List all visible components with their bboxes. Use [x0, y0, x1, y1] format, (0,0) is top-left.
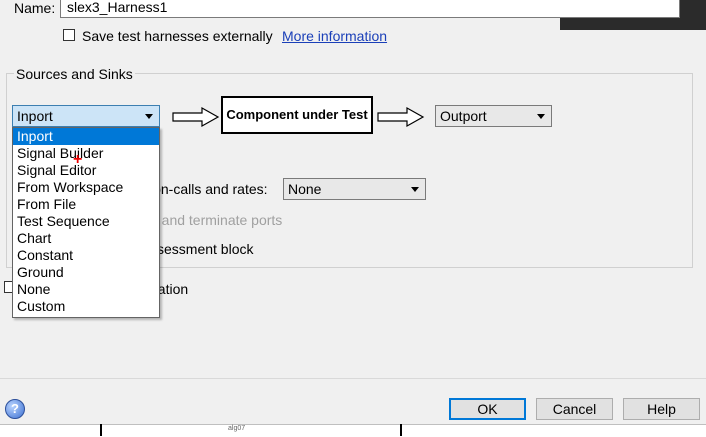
assessment-option-label: ssessment block [150, 241, 254, 257]
ok-button[interactable]: OK [449, 398, 526, 420]
help-icon[interactable]: ? [5, 399, 25, 419]
sink-dropdown[interactable]: Outport [435, 105, 552, 127]
help-button[interactable]: Help [623, 398, 700, 420]
chevron-down-icon [145, 114, 153, 119]
source-dropdown-value: Inport [17, 108, 53, 124]
dropdown-option[interactable]: None [13, 281, 159, 298]
chevron-down-icon [537, 114, 545, 119]
background-line [400, 424, 402, 436]
save-externally-label: Save test harnesses externally [82, 28, 273, 44]
source-dropdown[interactable]: Inport [12, 105, 160, 127]
chevron-down-icon [411, 187, 419, 192]
arrow-right-icon [172, 106, 220, 128]
function-calls-label: ion-calls and rates: [150, 181, 268, 197]
function-calls-dropdown[interactable]: None [283, 178, 426, 200]
more-information-link[interactable]: More information [282, 28, 387, 44]
background-canvas-strip [0, 424, 706, 437]
dropdown-option[interactable]: From Workspace [13, 179, 159, 196]
sink-dropdown-value: Outport [440, 108, 487, 124]
source-dropdown-list[interactable]: Inport Signal Builder Signal Editor From… [12, 127, 160, 318]
function-calls-value: None [288, 181, 322, 197]
component-under-test-box: Component under Test [221, 96, 373, 134]
save-externally-checkbox[interactable] [63, 29, 75, 41]
dropdown-option[interactable]: From File [13, 196, 159, 213]
background-line [100, 424, 102, 436]
dropdown-option[interactable]: Test Sequence [13, 213, 159, 230]
dropdown-option[interactable]: Constant [13, 247, 159, 264]
arrow-right-icon [377, 106, 425, 128]
cancel-button[interactable]: Cancel [536, 398, 613, 420]
ports-option-label: t, and terminate ports [150, 212, 283, 228]
background-text: alg07 [228, 425, 246, 432]
dropdown-option[interactable]: Inport [13, 128, 159, 145]
crosshair-cursor-icon: + [73, 151, 83, 168]
dropdown-option[interactable]: Signal Editor [13, 162, 159, 179]
dropdown-option[interactable]: Chart [13, 230, 159, 247]
dropdown-option[interactable]: Ground [13, 264, 159, 281]
harness-name-input[interactable]: slex3_Harness1 [60, 0, 680, 18]
dropdown-option[interactable]: Custom [13, 298, 159, 315]
sources-sinks-title: Sources and Sinks [14, 66, 135, 82]
divider [0, 378, 706, 379]
name-label: Name: [14, 0, 56, 16]
dropdown-option[interactable]: Signal Builder [13, 145, 159, 162]
